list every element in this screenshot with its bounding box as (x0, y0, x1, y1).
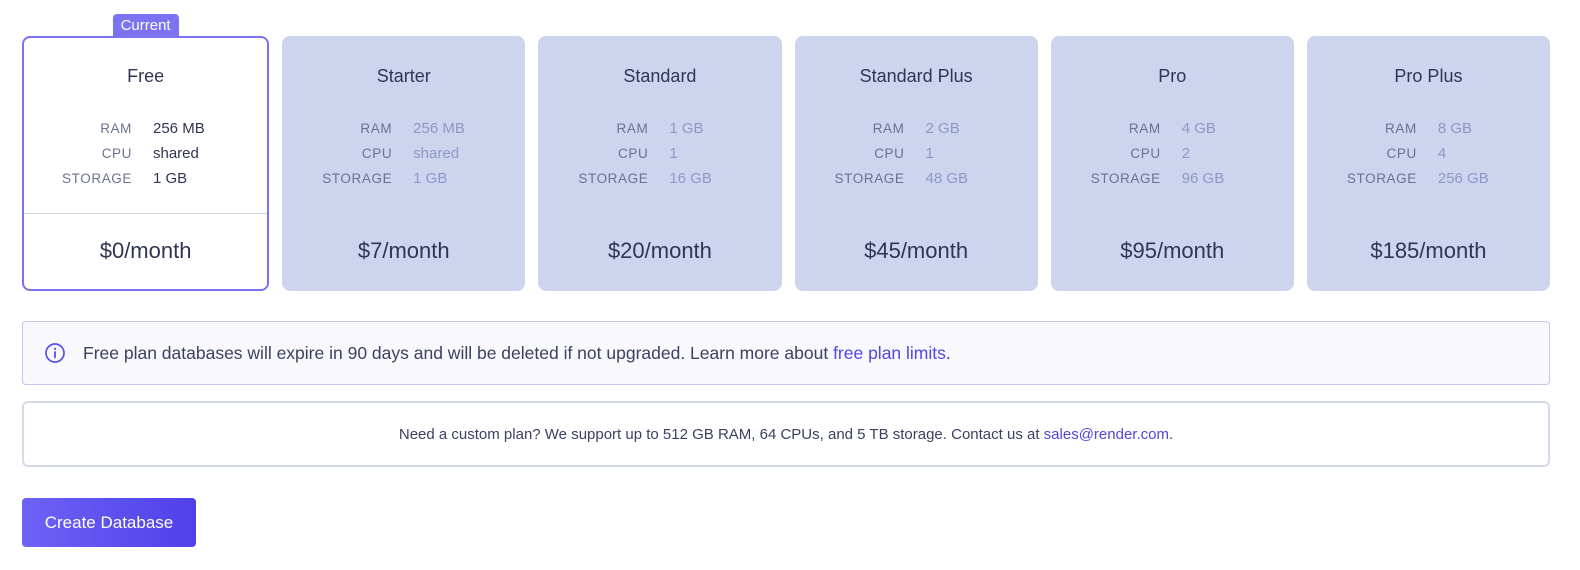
plan-price: $95/month (1120, 238, 1225, 263)
spec-label-ram: RAM (616, 121, 649, 136)
spec-row-storage: STORAGE 256 GB (1307, 166, 1550, 191)
custom-plan-text: Need a custom plan? We support up to 512… (399, 426, 1173, 443)
spec-row-cpu: CPU shared (24, 141, 267, 166)
spec-value-storage: 1 GB (153, 170, 188, 187)
custom-plan-suffix: . (1168, 425, 1174, 443)
spec-value-ram: 8 GB (1437, 120, 1473, 137)
free-plan-notice: Free plan databases will expire in 90 da… (22, 321, 1550, 385)
spec-value-storage: 256 GB (1437, 170, 1489, 187)
plan-price: $20/month (607, 238, 712, 263)
create-database-button[interactable]: Create Database (22, 498, 196, 547)
spec-label-ram: RAM (1128, 121, 1161, 136)
plan-card-starter[interactable]: Starter RAM 256 MB CPU shared STORAGE 1 … (282, 36, 526, 291)
plan-card-free[interactable]: Current Free RAM 256 MB CPU shared STORA… (22, 14, 270, 291)
spec-value-cpu: shared (413, 145, 460, 162)
spec-row-ram: RAM 256 MB (282, 116, 525, 141)
spec-value-ram: 256 MB (153, 120, 205, 137)
spec-label-storage: STORAGE (1090, 171, 1161, 186)
plan-card-standard-plus[interactable]: Standard Plus RAM 2 GB CPU 1 STORAGE 48 … (794, 36, 1038, 291)
spec-row-cpu: CPU 1 (538, 141, 781, 166)
custom-plan-message: Need a custom plan? We support up to 512… (398, 425, 1044, 443)
plan-card-standard[interactable]: Standard RAM 1 GB CPU 1 STORAGE 16 GB $2… (538, 36, 782, 291)
spec-label-cpu: CPU (1386, 146, 1417, 161)
sales-email-link[interactable]: sales@render.com (1044, 426, 1169, 443)
plan-specs: RAM 256 MB CPU shared STORAGE 1 GB (282, 116, 525, 191)
spec-value-cpu: 1 (669, 145, 678, 162)
spec-value-storage: 16 GB (669, 170, 712, 187)
spec-row-storage: STORAGE 48 GB (795, 166, 1038, 191)
spec-label-ram: RAM (360, 121, 393, 136)
spec-value-cpu: 4 (1437, 145, 1447, 162)
spec-label-cpu: CPU (361, 146, 393, 161)
spec-label-storage: STORAGE (322, 171, 393, 186)
plan-specs: RAM 4 GB CPU 2 STORAGE 96 GB (1051, 116, 1294, 191)
spec-row-ram: RAM 256 MB (24, 116, 267, 141)
plan-card-pro[interactable]: Pro RAM 4 GB CPU 2 STORAGE 96 GB $95/mon… (1050, 36, 1294, 291)
plan-price: $7/month (357, 238, 450, 263)
plan-specs: RAM 256 MB CPU shared STORAGE 1 GB (24, 116, 267, 191)
spec-row-ram: RAM 8 GB (1307, 116, 1550, 141)
spec-label-cpu: CPU (618, 146, 649, 161)
current-badge: Current (112, 14, 179, 38)
custom-plan-box: Need a custom plan? We support up to 512… (22, 401, 1550, 467)
spec-row-cpu: CPU 2 (1051, 141, 1294, 166)
spec-label-cpu: CPU (1130, 146, 1161, 161)
notice-message: Free plan databases will expire in 90 da… (83, 342, 834, 363)
spec-row-storage: STORAGE 1 GB (282, 166, 525, 191)
spec-value-ram: 4 GB (1181, 120, 1216, 137)
spec-value-storage: 48 GB (925, 170, 969, 187)
spec-label-storage: STORAGE (1346, 171, 1417, 186)
spec-row-ram: RAM 4 GB (1051, 116, 1294, 141)
plan-name: Standard (623, 66, 697, 86)
plan-name: Pro Plus (1394, 66, 1463, 86)
spec-row-cpu: CPU 4 (1307, 141, 1550, 166)
spec-label-cpu: CPU (874, 146, 905, 161)
spec-value-cpu: shared (153, 145, 199, 162)
spec-label-ram: RAM (100, 121, 132, 136)
spec-value-storage: 1 GB (413, 170, 448, 187)
spec-label-storage: STORAGE (578, 171, 649, 186)
spec-row-ram: RAM 2 GB (795, 116, 1038, 141)
plan-selector: Current Free RAM 256 MB CPU shared STORA… (22, 14, 1551, 291)
spec-value-cpu: 2 (1181, 145, 1191, 162)
plan-name: Free (127, 66, 165, 86)
spec-row-storage: STORAGE 96 GB (1051, 166, 1294, 191)
notice-text: Free plan databases will expire in 90 da… (83, 343, 951, 364)
spec-value-cpu: 1 (925, 145, 934, 162)
plan-specs: RAM 1 GB CPU 1 STORAGE 16 GB (538, 116, 781, 191)
plan-price: $45/month (864, 238, 969, 263)
plan-price: $185/month (1370, 238, 1487, 263)
free-plan-limits-link[interactable]: free plan limits (833, 343, 946, 363)
spec-value-ram: 256 MB (413, 120, 465, 137)
plan-name: Starter (376, 66, 431, 86)
plan-name: Standard Plus (859, 66, 973, 86)
info-icon (44, 342, 66, 364)
plan-specs: RAM 2 GB CPU 1 STORAGE 48 GB (795, 116, 1038, 191)
spec-value-ram: 1 GB (669, 120, 704, 137)
spec-row-cpu: CPU 1 (795, 141, 1038, 166)
spec-row-cpu: CPU shared (282, 141, 525, 166)
spec-row-storage: STORAGE 1 GB (24, 166, 267, 191)
spec-label-cpu: CPU (101, 146, 132, 161)
plan-card-pro-plus[interactable]: Pro Plus RAM 8 GB CPU 4 STORAGE 256 GB $… (1306, 36, 1551, 291)
spec-label-ram: RAM (1385, 121, 1417, 136)
plan-specs: RAM 8 GB CPU 4 STORAGE 256 GB (1307, 116, 1550, 191)
spec-row-storage: STORAGE 16 GB (538, 166, 781, 191)
spec-label-storage: STORAGE (834, 171, 905, 186)
plan-divider (24, 213, 268, 214)
spec-row-ram: RAM 1 GB (538, 116, 781, 141)
plan-price: $0/month (99, 238, 192, 263)
notice-suffix: . (945, 342, 951, 363)
plan-name: Pro (1158, 66, 1187, 86)
spec-label-storage: STORAGE (62, 171, 132, 186)
spec-value-ram: 2 GB (925, 120, 960, 137)
spec-label-ram: RAM (872, 121, 905, 136)
spec-value-storage: 96 GB (1181, 170, 1225, 187)
